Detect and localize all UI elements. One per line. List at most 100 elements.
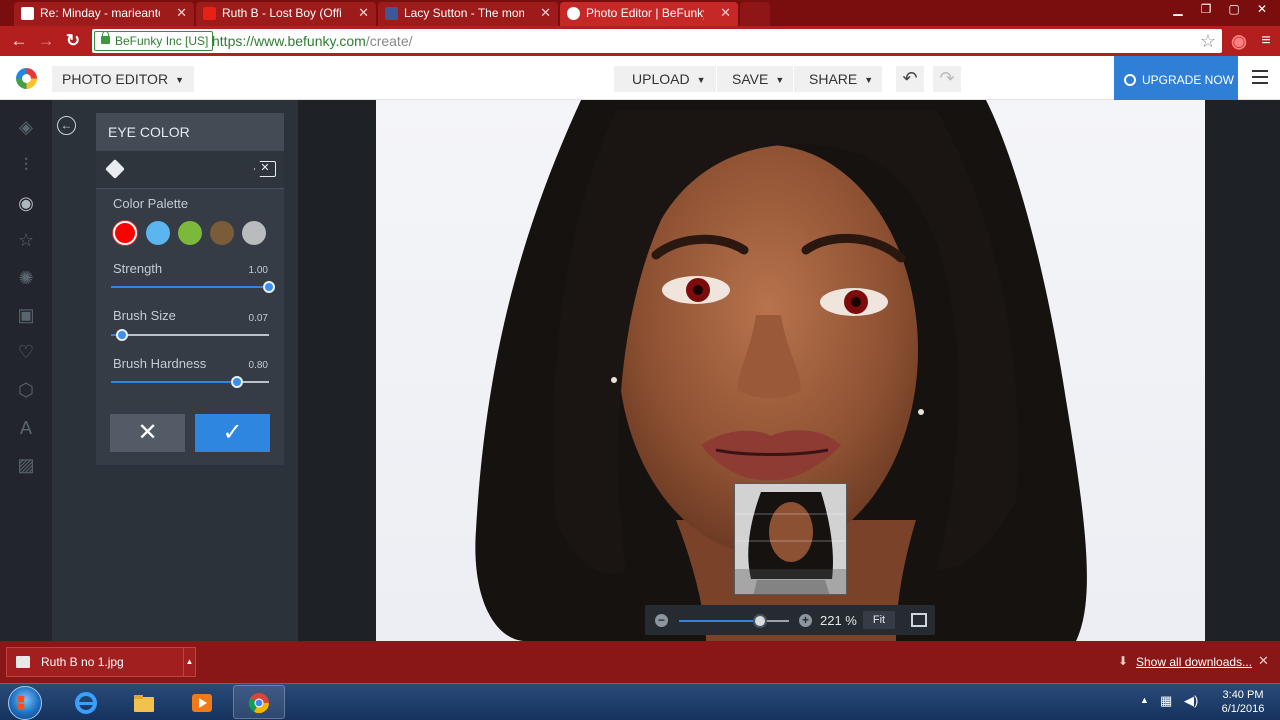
shape-icon[interactable]: ⬡ [0, 375, 52, 405]
eye-color-panel: EYE COLOR ✕ Color Palette Strength 1.00 … [96, 113, 284, 465]
swatch-brown[interactable] [210, 221, 234, 245]
new-tab-button[interactable] [740, 2, 770, 26]
close-icon[interactable]: ✕ [720, 2, 731, 24]
zoom-out-icon[interactable]: − [655, 614, 668, 627]
image-file-icon [16, 656, 30, 668]
reload-icon[interactable]: ↻ [62, 30, 84, 52]
media-glyph [192, 694, 212, 712]
upload-button[interactable]: UPLOAD ▼ [614, 66, 716, 92]
star-icon[interactable]: ☆ [0, 225, 52, 255]
volume-icon[interactable]: ◀) [1184, 693, 1198, 709]
gmail-icon [21, 7, 34, 20]
tab-youtube[interactable]: Ruth B - Lost Boy (Offic ✕ [196, 2, 376, 26]
url-text: https://www.befunky.com/create/ [212, 29, 413, 53]
minimize-icon[interactable]: ▁ [1165, 1, 1191, 19]
brush-hardness-slider[interactable] [111, 376, 269, 388]
save-button[interactable]: SAVE ▼ [717, 66, 793, 92]
brush-size-slider[interactable] [111, 329, 269, 341]
brush-size-label: Brush Size [113, 308, 176, 323]
zoom-in-icon[interactable]: + [799, 614, 812, 627]
swatch-blue[interactable] [146, 221, 170, 245]
slider-knob[interactable] [263, 281, 275, 293]
windows-start-icon[interactable] [8, 686, 42, 720]
back-arrow-icon[interactable]: ← [57, 116, 76, 135]
brush-tools-row: ✕ [96, 151, 284, 189]
forward-arrow-icon[interactable]: → [35, 30, 57, 52]
ie-glyph [75, 692, 97, 714]
zoom-slider[interactable] [679, 614, 789, 628]
eye-icon[interactable]: ◉ [0, 188, 52, 218]
slider-knob[interactable] [231, 376, 244, 388]
chrome-menu-icon[interactable]: ≡ [1255, 30, 1277, 52]
slider-knob[interactable] [116, 329, 129, 341]
strength-slider[interactable] [111, 281, 275, 293]
restore-icon[interactable]: ▢ [1221, 1, 1247, 19]
tab-label: Photo Editor | BeFunky: Fr [586, 6, 704, 20]
apply-button[interactable]: ✓ [195, 414, 270, 452]
downloads-bar: Ruth B no 1.jpg ▲ ⬇ Show all downloads..… [0, 641, 1280, 683]
address-bar[interactable]: BeFunky Inc [US] https://www.befunky.com… [92, 29, 1222, 53]
texture-icon[interactable]: ▨ [0, 450, 52, 480]
undo-icon[interactable]: ↶ [896, 66, 924, 92]
save-label: SAVE [732, 71, 769, 87]
bookmark-star-icon[interactable]: ☆ [1200, 29, 1216, 53]
chrome-glyph [248, 693, 270, 714]
close-icon[interactable]: ✕ [540, 2, 551, 24]
media-player-icon[interactable] [176, 685, 228, 719]
strength-label: Strength [113, 261, 163, 276]
network-icon[interactable]: ▦ [1160, 693, 1172, 709]
chrome-icon[interactable] [233, 685, 285, 719]
close-icon: ✕ [137, 419, 158, 446]
eraser-icon[interactable] [105, 159, 125, 179]
close-icon[interactable]: ✕ [176, 2, 187, 24]
swatch-red[interactable] [113, 221, 137, 245]
fullscreen-icon[interactable] [911, 613, 927, 627]
layers-icon[interactable]: ◈ [0, 112, 52, 142]
back-arrow-icon[interactable]: ← [8, 30, 30, 52]
sliders-icon[interactable]: ⫶ [0, 150, 52, 180]
extension-icon[interactable]: ◉ [1228, 30, 1250, 52]
close-icon[interactable]: ✕ [358, 2, 369, 24]
badge-icon[interactable]: ✺ [0, 263, 52, 293]
tool-rail: ◈ ⫶ ◉ ☆ ✺ ▣ ♡ ⬡ A ▨ [0, 100, 52, 641]
download-menu-chevron-icon[interactable]: ▲ [183, 648, 195, 676]
window-close-icon[interactable]: ✕ [1249, 1, 1275, 19]
color-palette-label: Color Palette [113, 196, 189, 211]
ev-badge-label: BeFunky Inc [US] [115, 34, 209, 48]
close-icon[interactable]: ✕ [1258, 653, 1269, 669]
tab-gmail[interactable]: Re: Minday - marieantoin ✕ [14, 2, 194, 26]
tab-befunky[interactable]: Photo Editor | BeFunky: Fr ✕ [560, 2, 738, 26]
zoom-value: 221 % [820, 613, 857, 628]
hamburger-menu-icon[interactable] [1252, 70, 1268, 84]
tab-facebook[interactable]: Lacy Sutton - The momen ✕ [378, 2, 558, 26]
navigator-thumbnail[interactable] [734, 483, 847, 595]
upgrade-now-button[interactable]: UPGRADE NOW [1114, 56, 1238, 104]
zoom-slider-knob[interactable] [753, 614, 768, 628]
befunky-logo[interactable] [16, 68, 37, 89]
tray-expand-icon[interactable]: ▲ [1140, 695, 1149, 705]
strength-value: 1.00 [248, 265, 268, 276]
fit-button[interactable]: Fit [863, 611, 895, 629]
show-all-downloads-link[interactable]: ⬇ Show all downloads... [1118, 654, 1252, 669]
explorer-icon[interactable] [118, 685, 170, 719]
swatch-green[interactable] [178, 221, 202, 245]
facebook-icon [385, 7, 398, 20]
app-header: PHOTO EDITOR ▼ UPLOAD ▼ SAVE ▼ SHARE ▼ ↶ ↷ U… [0, 56, 1280, 104]
swatch-gray[interactable] [242, 221, 266, 245]
ie-icon[interactable] [60, 685, 112, 719]
download-item[interactable]: Ruth B no 1.jpg ▲ [6, 647, 196, 677]
ev-certificate-badge[interactable]: BeFunky Inc [US] [94, 31, 214, 51]
redo-icon[interactable]: ↷ [933, 66, 961, 92]
upgrade-icon [1124, 74, 1136, 86]
clear-backspace-icon[interactable]: ✕ [254, 161, 276, 177]
text-icon[interactable]: A [0, 413, 52, 443]
clock[interactable]: 3:40 PM 6/1/2016 [1212, 688, 1274, 716]
maximize-icon[interactable]: ❐ [1193, 1, 1219, 19]
frame-icon[interactable]: ▣ [0, 300, 52, 330]
share-button[interactable]: SHARE ▼ [794, 66, 882, 92]
photo-editor-menu[interactable]: PHOTO EDITOR ▼ [52, 66, 194, 92]
cancel-button[interactable]: ✕ [110, 414, 185, 452]
brush-hardness-label: Brush Hardness [113, 356, 207, 371]
heart-icon[interactable]: ♡ [0, 337, 52, 367]
brush-size-value: 0.07 [248, 313, 268, 324]
